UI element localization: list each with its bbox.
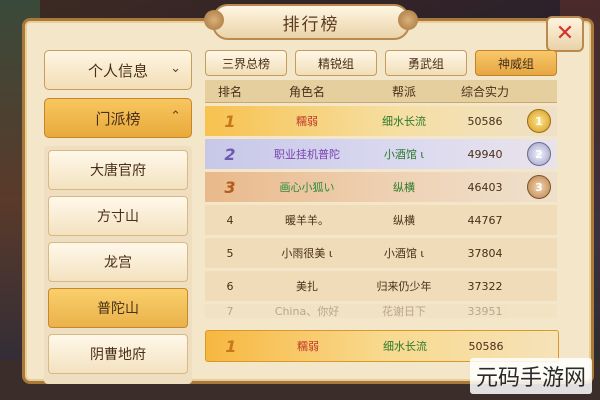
power-cell: 46403 xyxy=(467,180,503,194)
title-plate: 排行榜 xyxy=(204,4,418,40)
guild-cell: 细水长流 xyxy=(382,115,426,128)
table-row[interactable]: 7 China、你好 花谢日下 33951 xyxy=(205,304,557,318)
sect-label: 普陀山 xyxy=(97,301,139,317)
power-cell: 37322 xyxy=(467,279,503,293)
my-name-cell: 糯弱 xyxy=(297,340,319,353)
header-power: 综合实力 xyxy=(460,84,509,99)
sect-label: 龙宫 xyxy=(104,255,132,271)
personal-info-dropdown[interactable]: 个人信息 ⌄ xyxy=(44,50,192,90)
guild-cell: 小酒馆 ι xyxy=(383,247,425,260)
guild-cell: 归来仍少年 xyxy=(376,280,432,293)
ornament-left-icon xyxy=(204,10,224,30)
name-cell: 小雨很美 ι xyxy=(281,247,333,260)
rank-cell: 7 xyxy=(226,304,234,318)
table-row[interactable]: 3 画心小狐い 纵横 46403 3 xyxy=(205,172,557,202)
power-cell: 50586 xyxy=(467,114,503,128)
close-icon: ✕ xyxy=(555,21,575,46)
my-power-cell: 50586 xyxy=(468,339,504,353)
table-row[interactable]: 5 小雨很美 ι 小酒馆 ι 37804 xyxy=(205,238,557,268)
name-cell: 美扎 xyxy=(296,280,318,293)
sect-label: 大唐官府 xyxy=(90,163,146,179)
rank-cell: 3 xyxy=(224,177,236,197)
table-row[interactable]: 2 职业挂机普陀 小酒馆 ι 49940 2 xyxy=(205,139,557,169)
sect-ranking-dropdown[interactable]: 门派榜 ⌃ xyxy=(44,98,192,138)
sect-item-putuo[interactable]: 普陀山 xyxy=(48,288,188,328)
name-cell: 画心小狐い xyxy=(279,181,335,194)
tab-sanjie[interactable]: 三界总榜 xyxy=(205,50,287,76)
rank-cell: 4 xyxy=(226,213,234,227)
table-row[interactable]: 1 糯弱 细水长流 50586 1 xyxy=(205,106,557,136)
watermark: 元码手游网 xyxy=(469,358,592,394)
tab-jingrui[interactable]: 精锐组 xyxy=(295,50,377,76)
sect-item-longgong[interactable]: 龙宫 xyxy=(48,242,188,282)
guild-cell: 花谢日下 xyxy=(382,305,426,318)
left-menu: 个人信息 ⌄ 门派榜 ⌃ 大唐官府 方寸山 龙宫 普陀山 阴曹地府 xyxy=(44,50,192,384)
name-cell: 暖羊羊。 xyxy=(285,214,329,227)
gold-medal-icon: 1 xyxy=(527,109,551,133)
name-cell: 职业挂机普陀 xyxy=(274,148,340,161)
guild-cell: 纵横 xyxy=(393,181,415,194)
my-rank-cell: 1 xyxy=(225,336,237,356)
header-rank: 排名 xyxy=(217,84,242,99)
table-row[interactable]: 4 暖羊羊。 纵横 44767 xyxy=(205,205,557,235)
guild-cell: 小酒馆 ι xyxy=(383,148,425,161)
tab-yongwu[interactable]: 勇武组 xyxy=(385,50,467,76)
tab-shenwei[interactable]: 神威组 xyxy=(475,50,557,76)
chevron-up-icon: ⌃ xyxy=(170,109,181,124)
name-cell: China、你好 xyxy=(274,305,340,318)
sect-item-fangcun[interactable]: 方寸山 xyxy=(48,196,188,236)
sect-item-yincao[interactable]: 阴曹地府 xyxy=(48,334,188,374)
rank-cell: 1 xyxy=(224,111,236,131)
table-header: 排名 角色名 帮派 综合实力 xyxy=(205,80,557,103)
ornament-right-icon xyxy=(398,10,418,30)
window-title: 排行榜 xyxy=(282,14,340,35)
power-cell: 44767 xyxy=(467,213,503,227)
rank-cell: 2 xyxy=(224,144,236,164)
sect-list: 大唐官府 方寸山 龙宫 普陀山 阴曹地府 xyxy=(44,146,192,384)
sect-label: 阴曹地府 xyxy=(90,347,146,363)
power-cell: 33951 xyxy=(467,304,503,318)
bronze-medal-icon: 3 xyxy=(527,175,551,199)
name-cell: 糯弱 xyxy=(296,115,318,128)
personal-info-label: 个人信息 xyxy=(87,61,148,80)
group-tabs: 三界总榜 精锐组 勇武组 神威组 xyxy=(205,50,557,76)
power-cell: 37804 xyxy=(467,246,503,260)
my-guild-cell: 细水长流 xyxy=(383,340,427,353)
power-cell: 49940 xyxy=(467,147,503,161)
close-button[interactable]: ✕ xyxy=(546,16,584,52)
header-guild: 帮派 xyxy=(391,84,416,99)
rank-cell: 5 xyxy=(226,246,234,260)
table-row[interactable]: 6 美扎 归来仍少年 37322 xyxy=(205,271,557,301)
sect-ranking-label: 门派榜 xyxy=(95,109,141,128)
sect-item-datang[interactable]: 大唐官府 xyxy=(48,150,188,190)
sect-label: 方寸山 xyxy=(97,209,139,225)
silver-medal-icon: 2 xyxy=(527,142,551,166)
ranking-table: 排名 角色名 帮派 综合实力 1 糯弱 细水长流 50586 1 2 职业挂机普… xyxy=(205,80,557,318)
header-name: 角色名 xyxy=(288,84,325,99)
guild-cell: 纵横 xyxy=(393,214,415,227)
rank-cell: 6 xyxy=(226,279,234,293)
chevron-down-icon: ⌄ xyxy=(170,61,181,76)
